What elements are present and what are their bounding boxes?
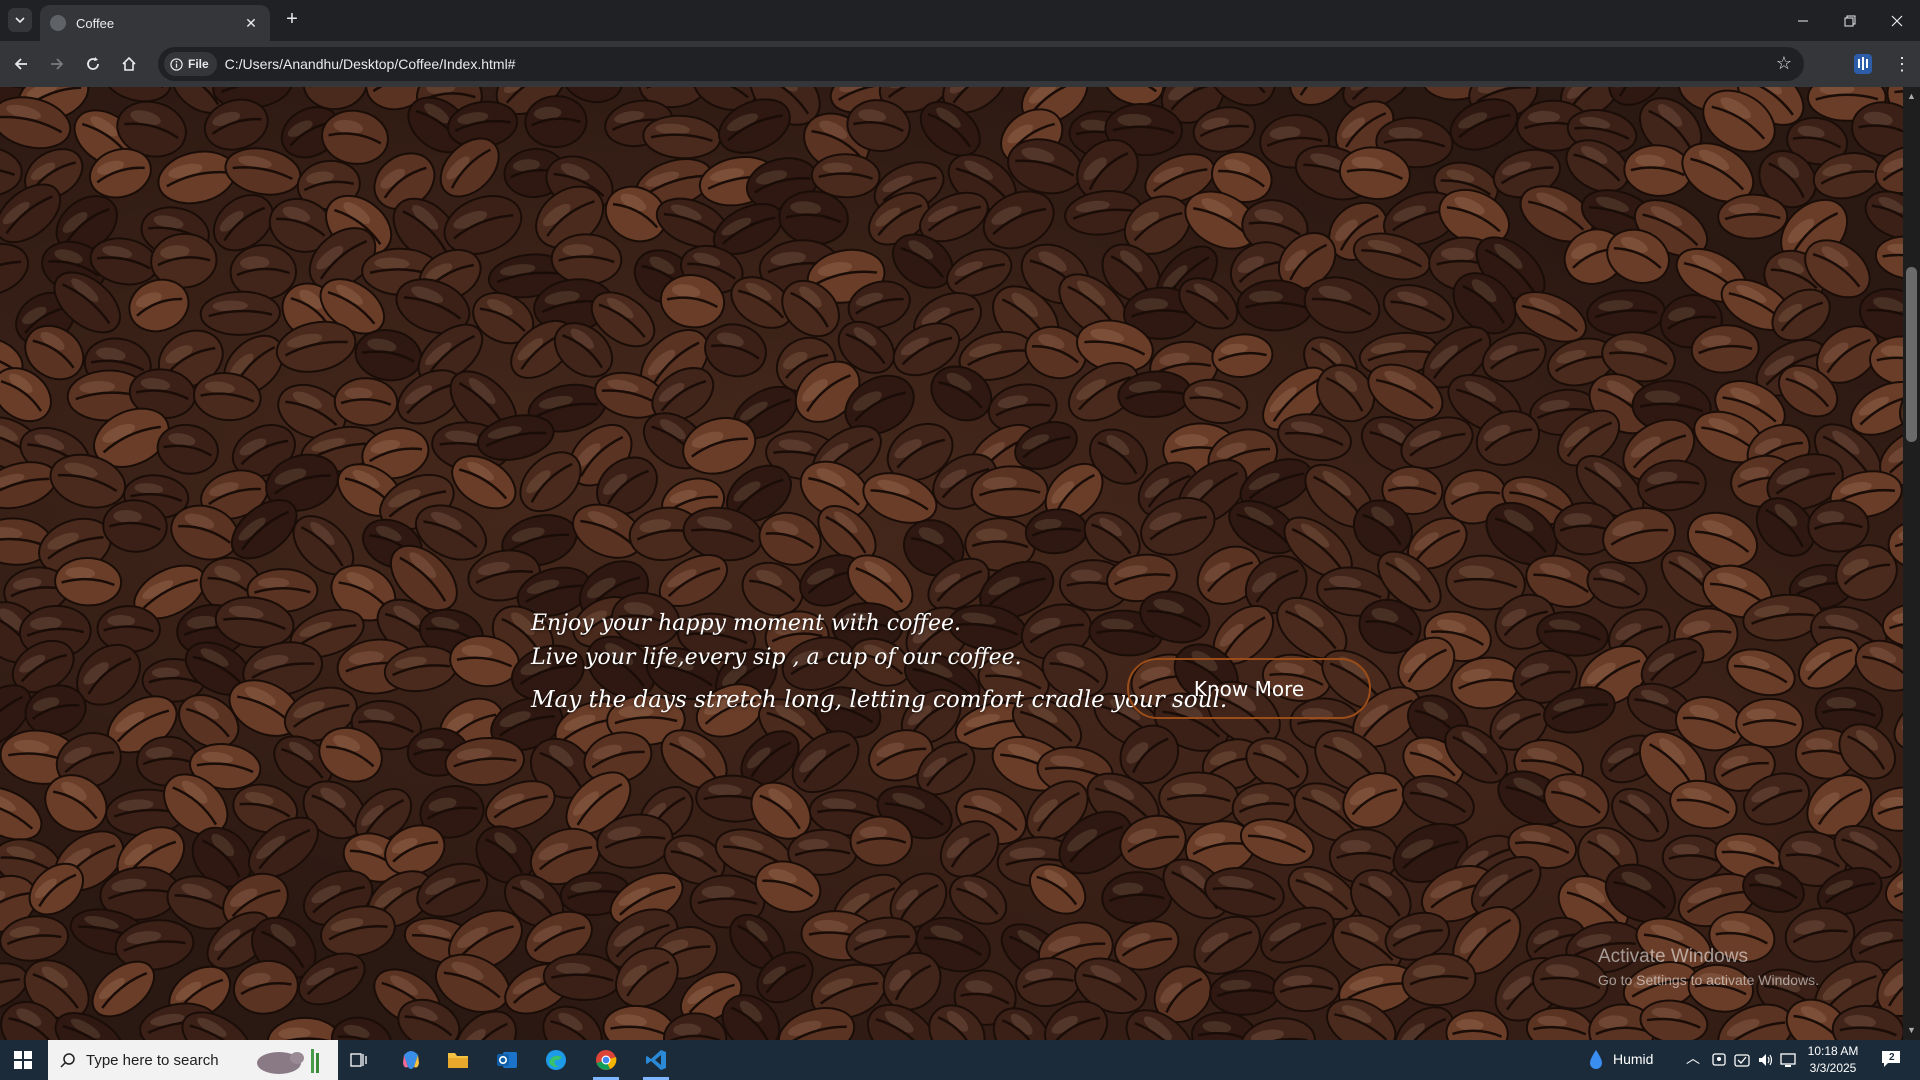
restore-icon [1844, 15, 1856, 26]
tab-title: Coffee [76, 15, 115, 31]
close-window-button[interactable] [1874, 0, 1920, 41]
search-placeholder: Type here to search [86, 1051, 219, 1069]
home-icon [122, 56, 136, 71]
weather-label[interactable]: Humid [1613, 1051, 1653, 1067]
chrome-icon [596, 1050, 617, 1070]
clock-time: 10:18 AM [1807, 1044, 1859, 1058]
outlook-icon [497, 1052, 517, 1068]
chip-label: File [188, 57, 209, 71]
search-highlight-illustration-icon [256, 1049, 319, 1074]
copilot-icon [403, 1051, 419, 1069]
arrow-left-icon [14, 58, 27, 70]
minimize-button[interactable] [1780, 0, 1826, 41]
url-text[interactable]: C:/Users/Anandhu/Desktop/Coffee/Index.ht… [225, 56, 516, 72]
taskbar-vscode[interactable] [633, 1040, 679, 1080]
browser-toolbar: File C:/Users/Anandhu/Desktop/Coffee/Ind… [0, 41, 1920, 87]
reload-button[interactable] [80, 51, 106, 77]
reload-icon [87, 57, 99, 70]
new-tab-button[interactable]: + [281, 9, 303, 31]
notification-center-button[interactable]: 2 [1880, 1049, 1904, 1071]
restore-button[interactable] [1827, 0, 1873, 41]
vertical-scrollbar[interactable]: ▲ ▼ [1903, 87, 1920, 1040]
know-more-button[interactable]: Know More [1127, 658, 1371, 719]
onedrive-sync-icon[interactable] [1734, 1052, 1750, 1068]
show-hidden-icons-chevron-icon[interactable]: ︿ [1686, 1048, 1700, 1068]
back-button[interactable] [8, 51, 34, 77]
taskbar-outlook[interactable] [484, 1040, 530, 1080]
folder-icon [448, 1053, 468, 1068]
bookmark-star-icon[interactable]: ☆ [1776, 53, 1792, 74]
vscode-icon [646, 1050, 666, 1070]
close-tab-icon[interactable]: ✕ [242, 15, 260, 32]
taskbar-chrome[interactable] [583, 1040, 629, 1080]
start-button[interactable] [0, 1040, 46, 1080]
browser-tab-bar: Coffee ✕ + [0, 0, 1920, 41]
coffee-hero-section: Enjoy your happy moment with coffee. Liv… [0, 87, 1903, 1040]
minimize-icon [1798, 20, 1808, 21]
scrollbar-thumb[interactable] [1906, 267, 1917, 442]
volume-icon[interactable] [1757, 1052, 1773, 1068]
globe-icon [50, 15, 66, 31]
close-icon [1891, 15, 1903, 26]
task-view-button[interactable] [336, 1040, 382, 1080]
search-icon [60, 1053, 75, 1068]
forward-button[interactable] [44, 51, 70, 77]
windows-taskbar: Type here to search Humid ︿ 10:18 AM 3/3… [0, 1040, 1920, 1080]
watermark-subtitle: Go to Settings to activate Windows. [1598, 972, 1819, 988]
address-bar[interactable]: File C:/Users/Anandhu/Desktop/Coffee/Ind… [158, 47, 1804, 81]
browser-menu-icon[interactable]: ⋮ [1892, 51, 1912, 77]
tagline-line-3: May the days stretch long, letting comfo… [531, 687, 1228, 713]
coffee-beans-background [0, 87, 1903, 1040]
clock-date: 3/3/2025 [1809, 1061, 1857, 1075]
taskbar-copilot[interactable] [388, 1040, 434, 1080]
notification-count: 2 [1889, 1052, 1895, 1063]
arrow-right-icon [51, 58, 64, 70]
extension-icon[interactable] [1851, 51, 1875, 77]
weather-icon [1590, 1050, 1602, 1069]
tagline-line-1: Enjoy your happy moment with coffee. [531, 611, 961, 636]
windows-logo-icon [14, 1051, 32, 1069]
taskbar-file-explorer[interactable] [435, 1040, 481, 1080]
watermark-title: Activate Windows [1598, 946, 1748, 967]
site-info-chip[interactable]: File [164, 52, 217, 76]
network-icon[interactable] [1780, 1052, 1796, 1068]
task-view-icon [350, 1053, 367, 1067]
taskbar-search-box[interactable]: Type here to search [48, 1040, 338, 1080]
edge-icon [546, 1050, 566, 1070]
tagline-line-2: Live your life,every sip , a cup of our … [531, 645, 1022, 670]
hero-tagline: Enjoy your happy moment with coffee. Liv… [531, 607, 1227, 713]
meet-now-icon[interactable] [1711, 1052, 1727, 1068]
tab-coffee[interactable]: Coffee ✕ [40, 5, 270, 41]
info-icon [170, 57, 183, 71]
system-clock[interactable]: 10:18 AM 3/3/2025 [1800, 1043, 1866, 1077]
scroll-up-arrow-icon[interactable]: ▲ [1906, 91, 1917, 102]
scroll-down-arrow-icon[interactable]: ▼ [1906, 1025, 1917, 1036]
activate-windows-watermark: Activate Windows Go to Settings to activ… [1598, 946, 1819, 988]
taskbar-edge[interactable] [533, 1040, 579, 1080]
tab-search-button[interactable] [8, 8, 32, 32]
home-button[interactable] [116, 51, 142, 77]
chevron-down-icon [15, 17, 25, 24]
